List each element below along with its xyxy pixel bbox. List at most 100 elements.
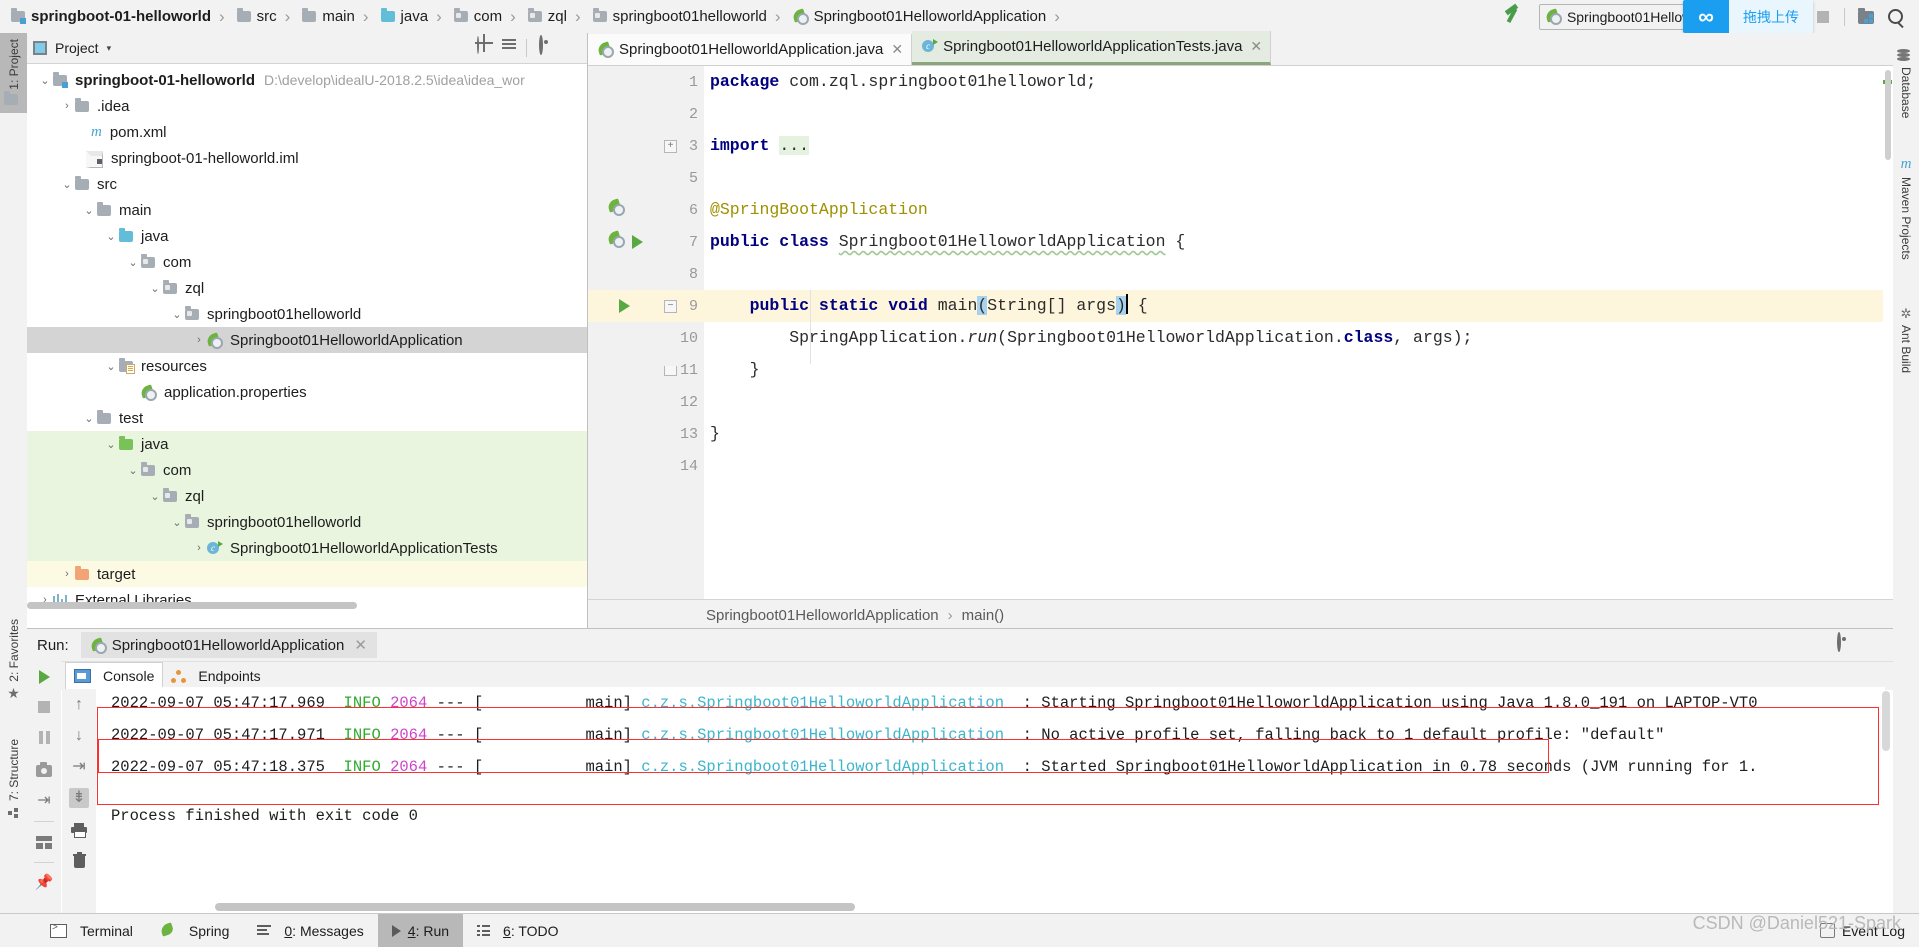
expand-arrow-icon[interactable]: › [59, 568, 75, 580]
breadcrumb-item-com[interactable]: com › [451, 0, 525, 33]
upload-label[interactable]: 拖拽上传 [1729, 0, 1813, 33]
tree-row-pom-xml[interactable]: · m pom.xml [27, 119, 587, 145]
fold-end-icon[interactable] [664, 366, 677, 376]
tree-row-main-zql[interactable]: ⌄ zql [27, 275, 587, 301]
sidebar-item-database[interactable]: Database [1893, 43, 1919, 124]
tree-row-src[interactable]: ⌄ src [27, 171, 587, 197]
run-config-tab[interactable]: Springboot01HelloworldApplication ✕ [80, 632, 377, 658]
statusbar-item-run[interactable]: 4: Run [377, 914, 464, 947]
tab-springboot01helloworldapplicationtests-java[interactable]: c Springboot01HelloworldApplicationTests… [912, 31, 1272, 65]
expand-arrow-icon[interactable]: ⌄ [59, 178, 75, 191]
tree-row-test-package[interactable]: ⌄ springboot01helloworld [27, 509, 587, 535]
expand-arrow-icon[interactable]: ⌄ [103, 230, 119, 243]
expand-arrow-icon[interactable]: ⌄ [125, 256, 141, 269]
run-main-gutter-icon[interactable] [619, 299, 630, 313]
statusbar-item-todo[interactable]: 6: TODO [463, 914, 573, 947]
collapse-all-button[interactable] [498, 37, 520, 59]
project-structure-button[interactable] [1855, 6, 1877, 28]
tree-row-main-com[interactable]: ⌄ com [27, 249, 587, 275]
code-text[interactable]: package com.zql.springboot01helloworld; … [704, 66, 1893, 599]
close-icon[interactable]: ✕ [891, 41, 903, 58]
tree-row-application-class[interactable]: › Springboot01HelloworldApplication [27, 327, 587, 353]
search-everywhere-button[interactable] [1885, 6, 1907, 28]
hide-run-panel-button[interactable] [1857, 634, 1879, 656]
tree-row-test-class[interactable]: › c Springboot01HelloworldApplicationTes… [27, 535, 587, 561]
console-output[interactable]: 2022-09-07 05:47:17.969 INFO 2064 --- [ … [97, 687, 1885, 915]
rerun-button[interactable] [34, 667, 54, 687]
spring-bean-gutter-icon[interactable] [606, 198, 630, 216]
tree-row-main-java[interactable]: ⌄ java [27, 223, 587, 249]
tree-row-iml[interactable]: · springboot-01-helloworld.iml [27, 145, 587, 171]
layout-settings-button[interactable] [34, 832, 54, 852]
statusbar-item-terminal[interactable]: Terminal [36, 914, 147, 947]
sidebar-item-favorites[interactable]: 2: Favorites ★ [0, 613, 27, 706]
pin-tab-button[interactable]: 📌 [34, 873, 54, 893]
run-class-gutter-icon[interactable] [632, 235, 643, 249]
settings-button[interactable] [535, 35, 557, 59]
breadcrumb-method[interactable]: main() [962, 607, 1005, 624]
tab-endpoints[interactable]: Endpoints [163, 663, 268, 690]
breadcrumb-item-src[interactable]: src › [234, 0, 300, 33]
breadcrumb-item-class[interactable]: Springboot01HelloworldApplication › [790, 0, 1069, 33]
editor-vertical-scrollbar[interactable] [1883, 66, 1893, 599]
chevron-down-icon[interactable]: ▾ [107, 43, 112, 54]
scroll-to-end-button[interactable]: ⇟ [69, 788, 89, 808]
sidebar-item-project[interactable]: 1: Project [0, 33, 27, 113]
clear-all-button[interactable] [69, 850, 89, 870]
tree-row-test-zql[interactable]: ⌄ zql [27, 483, 587, 509]
expand-arrow-icon[interactable]: ⌄ [169, 308, 185, 321]
code-editor[interactable]: 1 2 3 5 6 7 8 9 10 11 12 13 14 + − packa… [588, 66, 1893, 599]
expand-arrow-icon[interactable]: › [191, 542, 207, 554]
tab-springboot01helloworldapplication-java[interactable]: Springboot01HelloworldApplication.java ✕ [588, 34, 913, 65]
expand-arrow-icon[interactable]: › [191, 334, 207, 346]
sidebar-item-structure[interactable]: 7: Structure [0, 733, 27, 823]
next-occurrence-button[interactable]: ↓ [69, 726, 89, 746]
close-icon[interactable]: ✕ [354, 636, 367, 654]
statusbar-item-spring[interactable]: Spring [147, 914, 243, 947]
expand-arrow-icon[interactable]: ⌄ [169, 516, 185, 529]
upload-overlay-widget[interactable]: ∞ 拖拽上传 [1683, 0, 1813, 33]
breadcrumb-class[interactable]: Springboot01HelloworldApplication [706, 607, 939, 624]
statusbar-item-messages[interactable]: 0: Messages [243, 914, 377, 947]
expand-arrow-icon[interactable]: ⌄ [125, 464, 141, 477]
editor-gutter[interactable]: 1 2 3 5 6 7 8 9 10 11 12 13 14 + − [588, 66, 704, 599]
tree-row-test-com[interactable]: ⌄ com [27, 457, 587, 483]
tree-row-main-package[interactable]: ⌄ springboot01helloworld [27, 301, 587, 327]
expand-arrow-icon[interactable]: ⌄ [147, 282, 163, 295]
tree-row-project[interactable]: ⌄ springboot-01-helloworld D:\develop\id… [27, 67, 587, 93]
stop-button[interactable] [34, 697, 54, 717]
scrollbar-thumb[interactable] [1885, 70, 1891, 160]
breadcrumb-item-package[interactable]: springboot01helloworld › [590, 0, 790, 33]
expand-arrow-icon[interactable]: ⌄ [81, 412, 97, 425]
breadcrumb-item-java[interactable]: java › [378, 0, 451, 33]
console-vertical-scrollbar[interactable] [1882, 691, 1890, 751]
expand-arrow-icon[interactable]: ⌄ [37, 74, 53, 87]
pause-output-button[interactable] [34, 727, 54, 751]
sidebar-item-maven-projects[interactable]: m Maven Projects [1893, 151, 1919, 266]
tree-row-application-properties[interactable]: · application.properties [27, 379, 587, 405]
tree-row-idea[interactable]: › .idea [27, 93, 587, 119]
console-horizontal-scrollbar[interactable] [215, 903, 855, 911]
fold-expand-icon[interactable]: + [664, 140, 677, 153]
tree-row-main[interactable]: ⌄ main [27, 197, 587, 223]
build-project-button[interactable] [1503, 6, 1529, 28]
expand-arrow-icon[interactable]: ⌄ [103, 360, 119, 373]
tree-row-target[interactable]: › target [27, 561, 587, 587]
breadcrumb-item-project[interactable]: springboot-01-helloworld › [8, 0, 234, 33]
tree-row-test[interactable]: ⌄ test [27, 405, 587, 431]
dump-threads-button[interactable] [34, 761, 54, 781]
run-settings-button[interactable] [1833, 632, 1855, 656]
hide-panel-button[interactable] [559, 37, 581, 59]
restore-layout-button[interactable]: ⇥ [34, 791, 54, 811]
expand-arrow-icon[interactable]: › [59, 100, 75, 112]
sidebar-item-ant-build[interactable]: ✲ Ant Build [1893, 301, 1919, 379]
close-icon[interactable]: ✕ [1250, 38, 1262, 55]
previous-occurrence-button[interactable]: ↑ [69, 695, 89, 715]
fold-collapse-icon[interactable]: − [664, 300, 677, 313]
expand-arrow-icon[interactable]: ⌄ [147, 490, 163, 503]
breadcrumb-item-zql[interactable]: zql › [525, 0, 590, 33]
stop-button[interactable] [1812, 6, 1834, 28]
locate-file-button[interactable] [474, 36, 496, 59]
expand-arrow-icon[interactable]: ⌄ [81, 204, 97, 217]
project-tree-horizontal-scrollbar[interactable] [27, 602, 357, 609]
